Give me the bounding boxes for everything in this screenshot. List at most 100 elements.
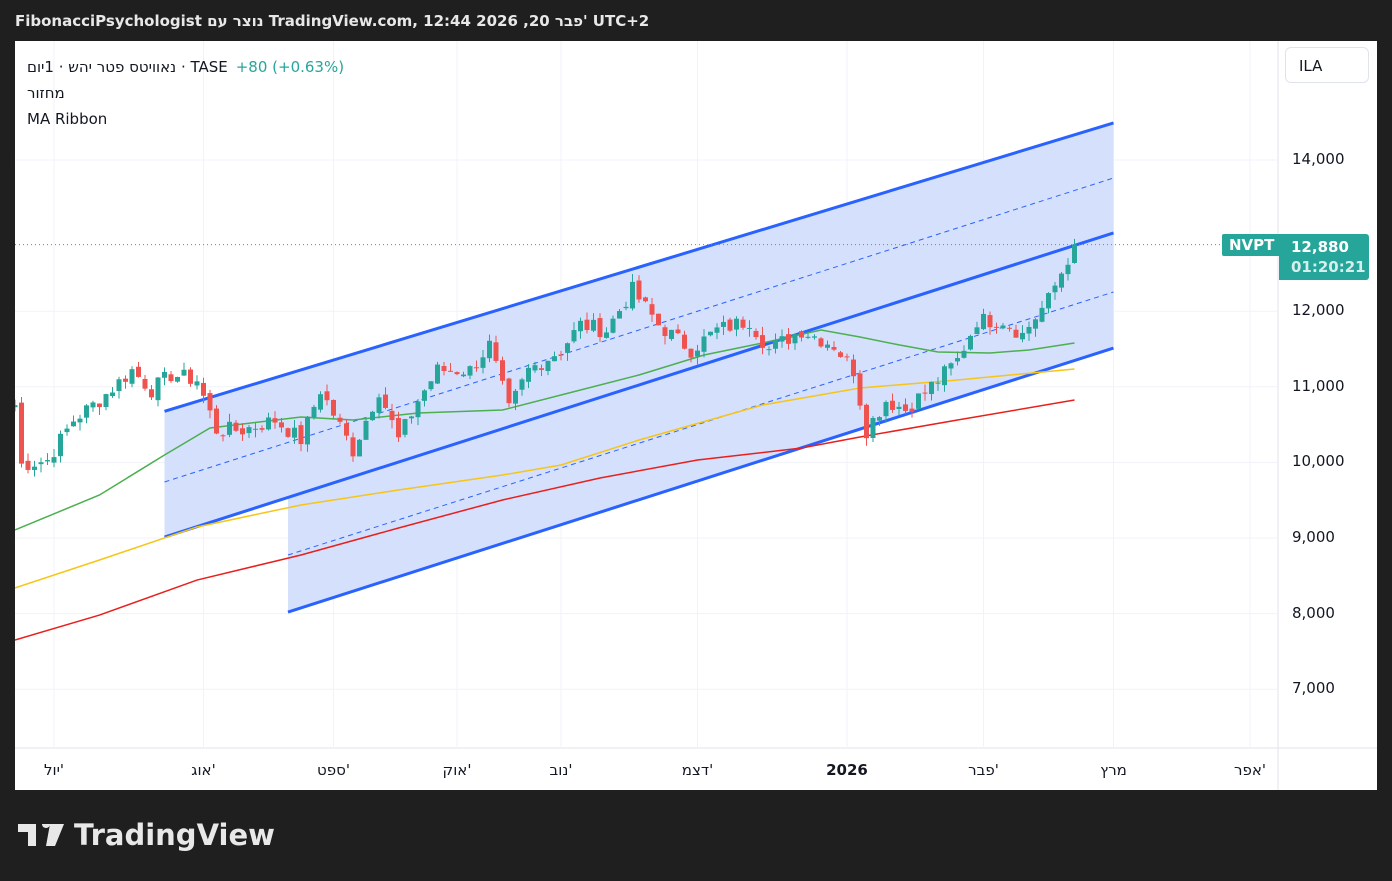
candle-body — [714, 327, 720, 333]
candle-body — [331, 399, 336, 416]
chart-panel[interactable]: נאוויטס פטר יהש · 1יום · TASE +80 (+0.63%… — [15, 41, 1377, 790]
candle-body — [285, 428, 291, 437]
last-price: 12,880 — [1291, 238, 1349, 256]
candle — [311, 404, 317, 420]
candle-body — [467, 366, 473, 376]
candle — [129, 366, 135, 388]
time-tick-label: נוב' — [549, 761, 573, 779]
candle-body — [844, 356, 850, 358]
candle-body — [298, 425, 304, 445]
candle-body — [903, 404, 908, 411]
candle — [727, 317, 733, 333]
time-tick-label: אפר' — [1234, 761, 1266, 779]
candle-body — [461, 374, 466, 377]
candle — [285, 427, 291, 439]
candle-body — [760, 335, 765, 348]
candle — [110, 387, 115, 398]
candle — [864, 403, 869, 446]
candle-body — [532, 365, 538, 371]
price-tick-label: 11,000 — [1292, 376, 1345, 395]
indicator-ma-ribbon[interactable]: MA Ribbon — [27, 106, 344, 132]
candle — [136, 362, 141, 378]
candle-body — [708, 331, 713, 336]
candle-body — [162, 371, 167, 378]
candle-body — [25, 460, 31, 470]
indicator-volume[interactable]: מחזור — [27, 80, 344, 106]
time-tick-label: מרץ — [1100, 761, 1127, 779]
tradingview-logo-icon — [18, 824, 64, 846]
time-tick-label: ספט' — [317, 761, 350, 779]
candle-body — [220, 435, 226, 437]
candle-body — [32, 466, 37, 470]
candle-body — [253, 428, 258, 430]
candle-body — [97, 403, 102, 408]
candle — [916, 393, 921, 410]
candle — [71, 415, 76, 427]
candle-body — [15, 405, 18, 408]
candle-body — [753, 330, 759, 338]
candle — [656, 313, 661, 326]
candle-body — [974, 327, 980, 335]
candle-body — [435, 364, 440, 384]
candle-body — [604, 332, 609, 338]
candle-body — [90, 402, 96, 408]
candle-body — [597, 318, 603, 337]
candle-body — [110, 392, 115, 396]
candle-body — [214, 408, 219, 434]
candle-body — [1013, 329, 1019, 338]
candle-body — [896, 406, 902, 409]
symbol-info[interactable]: נאוויטס פטר יהש · 1יום · TASE — [27, 58, 228, 76]
candle-body — [272, 418, 278, 423]
candle-body — [981, 313, 986, 330]
candle-body — [929, 381, 934, 395]
candle-body — [474, 367, 479, 369]
candle-body — [506, 378, 512, 404]
candle-body — [428, 381, 434, 390]
candle-body — [662, 327, 668, 337]
candle-body — [58, 433, 63, 457]
candle-body — [480, 357, 486, 368]
candle-body — [409, 416, 414, 419]
price-chart[interactable] — [15, 41, 1377, 790]
price-tick-label: 14,000 — [1292, 150, 1345, 168]
candle-body — [617, 311, 622, 319]
candle-body — [825, 344, 830, 348]
candle-body — [812, 336, 817, 338]
candle-body — [370, 411, 375, 421]
candle-body — [181, 369, 187, 376]
candle-body — [994, 326, 999, 328]
price-tick-label: 10,000 — [1292, 452, 1345, 471]
candle-body — [103, 394, 109, 407]
candle-body — [149, 389, 154, 398]
candle-body — [649, 304, 655, 315]
candle — [175, 376, 180, 383]
candle-body — [643, 297, 648, 302]
candle-body — [448, 370, 453, 372]
candle-body — [305, 416, 310, 445]
candle-body — [669, 329, 674, 339]
symbol-price-tag: NVPT — [1222, 234, 1282, 256]
candle-body — [734, 318, 739, 330]
candle-body — [1059, 273, 1064, 288]
candle — [194, 375, 200, 390]
candle-body — [552, 356, 557, 362]
candle-body — [64, 428, 70, 433]
candle-body — [1000, 325, 1006, 329]
candle-body — [227, 421, 232, 435]
candle — [818, 337, 824, 348]
candle-body — [45, 460, 50, 462]
candle-body — [129, 369, 135, 384]
candle — [968, 334, 973, 351]
time-tick-label: 2026 — [826, 761, 868, 779]
candle-body — [142, 378, 148, 389]
candle-body — [233, 422, 239, 431]
candle-body — [558, 354, 564, 356]
currency-button[interactable]: ILA — [1285, 47, 1369, 83]
candle — [181, 362, 187, 376]
candle-body — [207, 393, 213, 411]
candle-body — [636, 280, 642, 300]
candle-body — [493, 342, 499, 361]
candle — [500, 356, 505, 385]
candle-body — [1039, 307, 1045, 322]
candle-body — [818, 338, 824, 347]
